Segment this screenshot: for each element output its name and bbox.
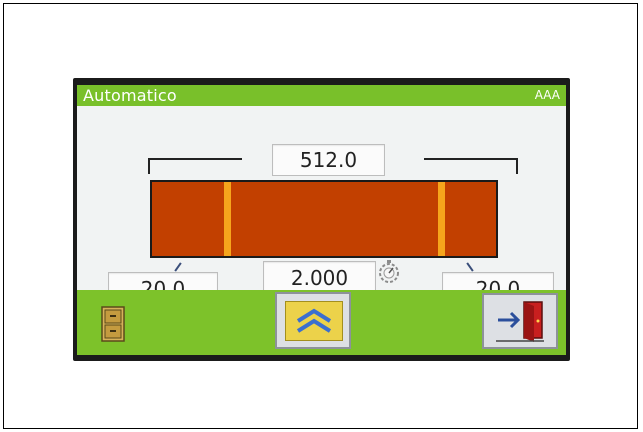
left-cut-marker [224, 182, 231, 256]
length-bracket-left [148, 158, 242, 174]
bottom-toolbar [77, 290, 566, 355]
right-angle-indicator [466, 262, 474, 272]
program-code: AAA [534, 88, 560, 102]
right-cut-marker [438, 182, 445, 256]
machine-screen: Automatico AAA 512.0 20.0 20.0 2.000 [73, 78, 570, 361]
title-bar: Automatico AAA [77, 85, 566, 106]
exit-door-icon [496, 301, 544, 342]
length-field[interactable]: 512.0 [272, 144, 385, 176]
exit-button[interactable] [482, 293, 558, 349]
length-bracket-right [424, 158, 518, 174]
dial-icon[interactable] [376, 259, 402, 285]
move-up-button[interactable] [275, 292, 351, 349]
workpiece-bar [150, 180, 498, 258]
mode-title: Automatico [83, 86, 177, 105]
move-up-button-face [285, 301, 343, 341]
figure-frame: Automatico AAA 512.0 20.0 20.0 2.000 [3, 3, 638, 429]
left-angle-indicator [174, 262, 182, 272]
speed-field[interactable]: 2.000 [263, 261, 376, 293]
cabinet-icon[interactable] [101, 306, 125, 342]
double-chevron-up-icon [296, 308, 332, 333]
